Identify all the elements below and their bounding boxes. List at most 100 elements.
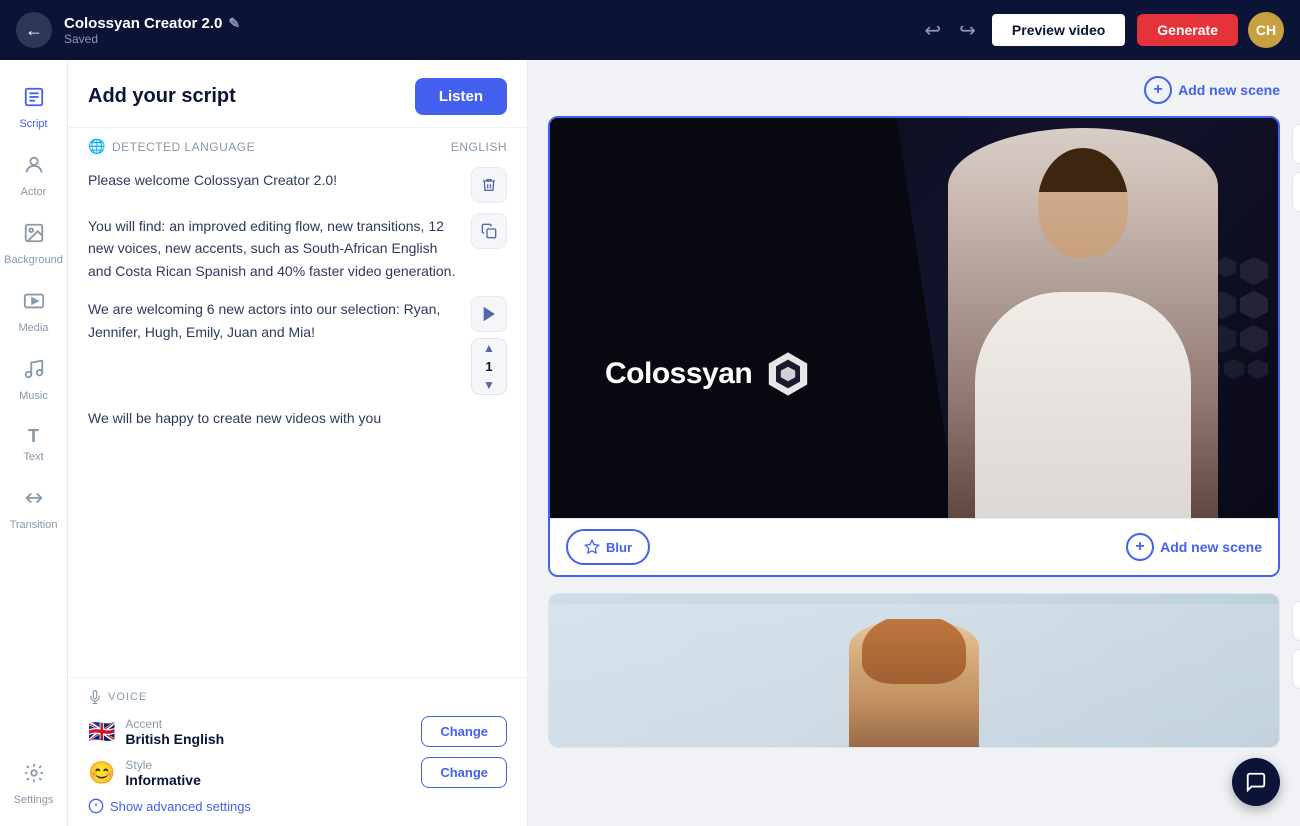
text-block-group-3: We are welcoming 6 new actors into our s…	[88, 294, 507, 395]
scene-2-preview	[549, 594, 1279, 748]
sidebar-label-music: Music	[19, 390, 48, 402]
text-actions-1	[471, 165, 507, 203]
actor-figure	[948, 128, 1218, 518]
scene-2-card	[548, 593, 1280, 748]
sidebar-item-music[interactable]: Music	[4, 348, 64, 412]
redo-button[interactable]: ↪	[955, 14, 980, 47]
actor-face	[1038, 148, 1128, 258]
style-change-button[interactable]: Change	[421, 757, 507, 788]
sidebar-label-background: Background	[4, 254, 63, 266]
scene-number: 1	[477, 357, 500, 376]
show-advanced-button[interactable]: Show advanced settings	[88, 798, 507, 814]
add-new-scene-mid-button[interactable]: + Add new scene	[1126, 533, 1262, 561]
listen-button[interactable]: Listen	[415, 78, 507, 115]
delete-button-1[interactable]	[471, 167, 507, 203]
brand-name: Colossyan	[605, 357, 752, 391]
voice-section: VOICE 🇬🇧 Accent British English Change 😊…	[68, 677, 527, 826]
voice-label: VOICE	[88, 690, 507, 704]
sidebar-item-script[interactable]: Script	[4, 76, 64, 140]
settings-icon	[23, 762, 45, 790]
scene-2-delete-button[interactable]	[1292, 601, 1300, 641]
scene-1-preview: Colossyan	[550, 118, 1278, 518]
add-scene-top-row: + Add new scene	[548, 76, 1280, 104]
chat-icon	[1245, 771, 1267, 793]
sidebar-item-text[interactable]: T Text	[4, 416, 64, 473]
text-actions-2	[471, 211, 507, 249]
brand-logo: Colossyan	[605, 350, 812, 398]
actor-body	[948, 128, 1218, 518]
scene-1-card: Colossyan	[548, 116, 1280, 577]
chat-bubble-button[interactable]	[1232, 758, 1280, 806]
sidebar-item-settings[interactable]: Settings	[4, 752, 64, 816]
script-panel: Add your script Listen 🌐 DETECTED LANGUA…	[68, 60, 528, 826]
text-block-1[interactable]: Please welcome Colossyan Creator 2.0!	[88, 165, 463, 195]
back-button[interactable]: ←	[16, 12, 52, 48]
scene-2-copy-button[interactable]	[1292, 649, 1300, 689]
accent-label: Accent	[125, 717, 411, 731]
text-block-4[interactable]: We will be happy to create new videos wi…	[88, 403, 499, 433]
detected-language-label: DETECTED LANGUAGE	[112, 140, 255, 154]
preview-button[interactable]: Preview video	[990, 12, 1127, 48]
transition-icon	[23, 487, 45, 515]
app-title: Colossyan Creator 2.0 ✎	[64, 15, 908, 32]
topbar: ← Colossyan Creator 2.0 ✎ Saved ↩ ↪ Prev…	[0, 0, 1300, 60]
text-block-3[interactable]: We are welcoming 6 new actors into our s…	[88, 294, 463, 347]
scene-2-side-actions	[1292, 601, 1300, 689]
actor-hair	[1038, 148, 1128, 192]
actor-shirt	[975, 292, 1191, 518]
avatar[interactable]: CH	[1248, 12, 1284, 48]
blur-button[interactable]: Blur	[566, 529, 650, 565]
sidebar-label-actor: Actor	[21, 186, 47, 198]
style-icon: 😊	[88, 760, 115, 786]
voice-accent-row: 🇬🇧 Accent British English Change	[88, 716, 507, 747]
sidebar: Script Actor Background Media Music	[0, 60, 68, 826]
copy-button-2[interactable]	[471, 213, 507, 249]
detected-language-value: English	[451, 140, 507, 154]
script-icon	[23, 86, 45, 114]
sidebar-label-settings: Settings	[14, 794, 54, 806]
sidebar-label-text: Text	[23, 451, 43, 463]
scene-1-copy-button[interactable]	[1292, 172, 1300, 212]
scene-1-delete-button[interactable]	[1292, 124, 1300, 164]
scene-2-wrapper	[548, 593, 1280, 748]
script-content: 🌐 DETECTED LANGUAGE English Please welco…	[68, 128, 527, 677]
title-group: Colossyan Creator 2.0 ✎ Saved	[64, 15, 908, 46]
scene-widget: ▲ 1 ▼	[471, 338, 507, 395]
text-block-group-1: Please welcome Colossyan Creator 2.0!	[88, 165, 507, 203]
scene-down-arrow[interactable]: ▼	[477, 376, 501, 394]
voice-style-row: 😊 Style Informative Change	[88, 757, 507, 788]
scene-1-controls: Blur + Add new scene	[550, 518, 1278, 575]
script-header: Add your script Listen	[68, 60, 527, 128]
text-block-group-2: You will find: an improved editing flow,…	[88, 211, 507, 286]
sidebar-item-media[interactable]: Media	[4, 280, 64, 344]
style-label: Style	[125, 758, 411, 772]
sidebar-label-script: Script	[19, 118, 47, 130]
sidebar-label-transition: Transition	[10, 519, 58, 531]
play-button-3[interactable]	[471, 296, 507, 332]
saved-label: Saved	[64, 32, 908, 46]
globe-icon: 🌐	[88, 138, 106, 155]
add-scene-mid-circle-icon: +	[1126, 533, 1154, 561]
sidebar-label-media: Media	[19, 322, 49, 334]
accent-change-button[interactable]: Change	[421, 716, 507, 747]
main-layout: Script Actor Background Media Music	[0, 60, 1300, 826]
text-icon: T	[28, 426, 39, 447]
add-new-scene-top-button[interactable]: + Add new scene	[1144, 76, 1280, 104]
add-scene-circle-icon: +	[1144, 76, 1172, 104]
sidebar-item-background[interactable]: Background	[4, 212, 64, 276]
accent-value: British English	[125, 731, 411, 747]
scene-up-arrow[interactable]: ▲	[477, 339, 501, 357]
generate-button[interactable]: Generate	[1137, 14, 1238, 46]
script-title: Add your script	[88, 85, 236, 108]
text-block-group-4: We will be happy to create new videos wi…	[88, 403, 507, 433]
text-block-2[interactable]: You will find: an improved editing flow,…	[88, 211, 463, 286]
edit-icon[interactable]: ✎	[228, 15, 240, 32]
scene-2-hair	[862, 619, 966, 684]
scene-1-side-actions	[1292, 124, 1300, 212]
content-area: + Add new scene Colossyan	[528, 60, 1300, 826]
sidebar-item-transition[interactable]: Transition	[4, 477, 64, 541]
sidebar-item-actor[interactable]: Actor	[4, 144, 64, 208]
actor-icon	[23, 154, 45, 182]
undo-button[interactable]: ↩	[920, 14, 945, 47]
voice-accent-info: Accent British English	[125, 717, 411, 747]
